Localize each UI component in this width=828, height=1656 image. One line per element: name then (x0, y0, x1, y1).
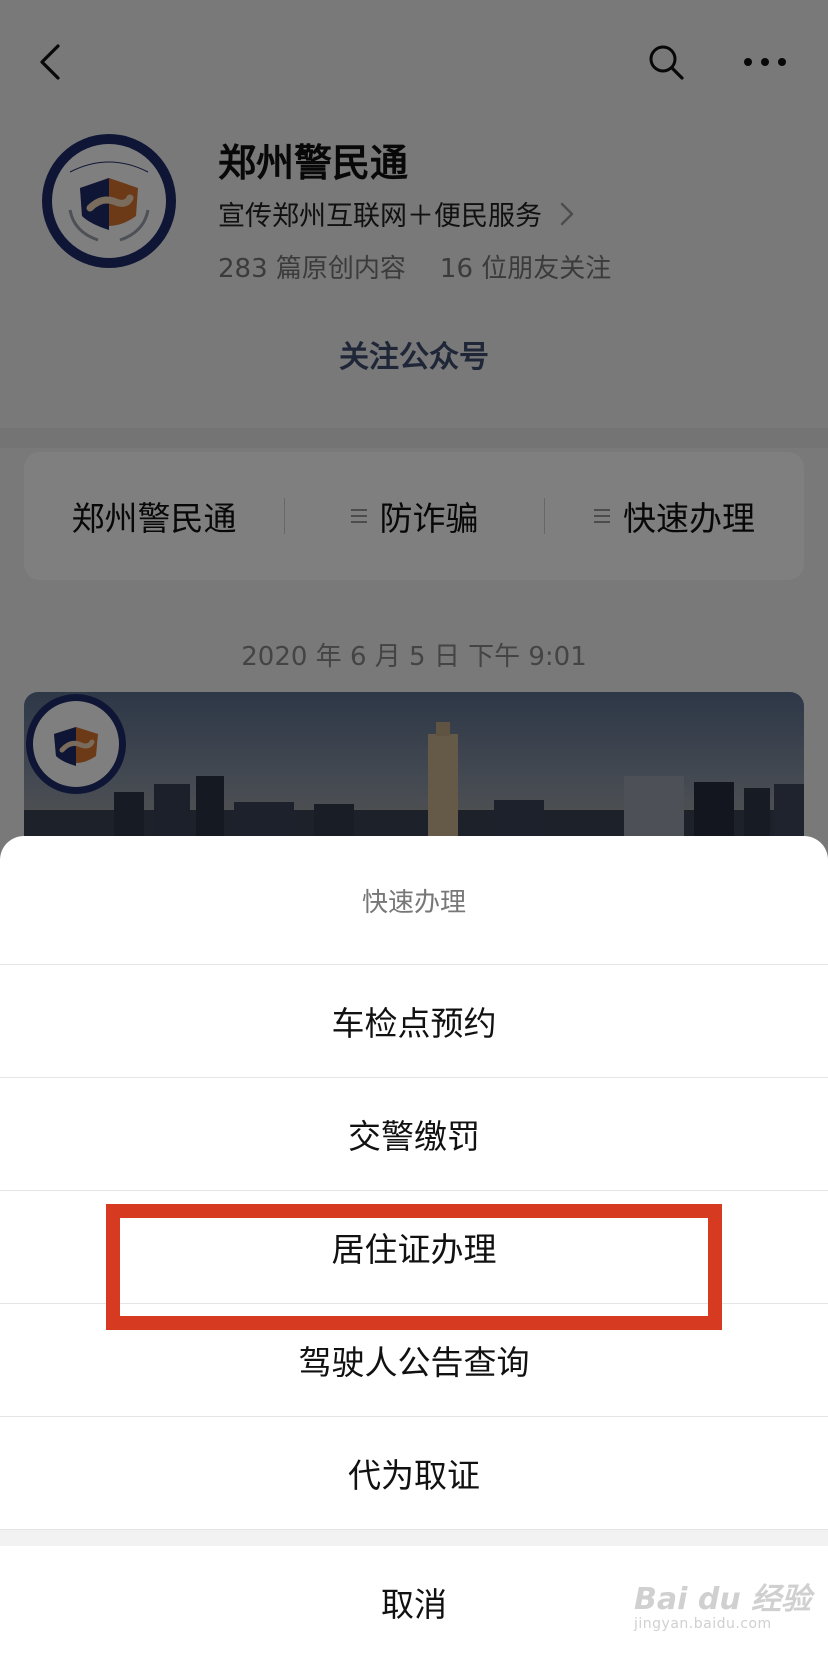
app-page: 郑州警民通 宣传郑州互联网＋便民服务 283 篇原创内容 16 位朋友关注 关注… (0, 0, 828, 1656)
action-sheet: 快速办理 车检点预约 交警缴罚 居住证办理 驾驶人公告查询 代为取证 取消 (0, 836, 828, 1656)
option-proxy-evidence-collection[interactable]: 代为取证 (0, 1417, 828, 1530)
option-vehicle-inspection-booking[interactable]: 车检点预约 (0, 965, 828, 1078)
watermark-main-text: Bai du 经验 (634, 1582, 812, 1617)
option-residence-permit[interactable]: 居住证办理 (0, 1191, 828, 1304)
baidu-jingyan-watermark: Bai du 经验 jingyan.baidu.com (634, 1574, 814, 1644)
option-traffic-fine-payment[interactable]: 交警缴罚 (0, 1078, 828, 1191)
option-driver-notice-query[interactable]: 驾驶人公告查询 (0, 1304, 828, 1417)
action-sheet-title: 快速办理 (0, 836, 828, 965)
action-sheet-gap (0, 1530, 828, 1546)
watermark-sub-text: jingyan.baidu.com (634, 1616, 772, 1632)
